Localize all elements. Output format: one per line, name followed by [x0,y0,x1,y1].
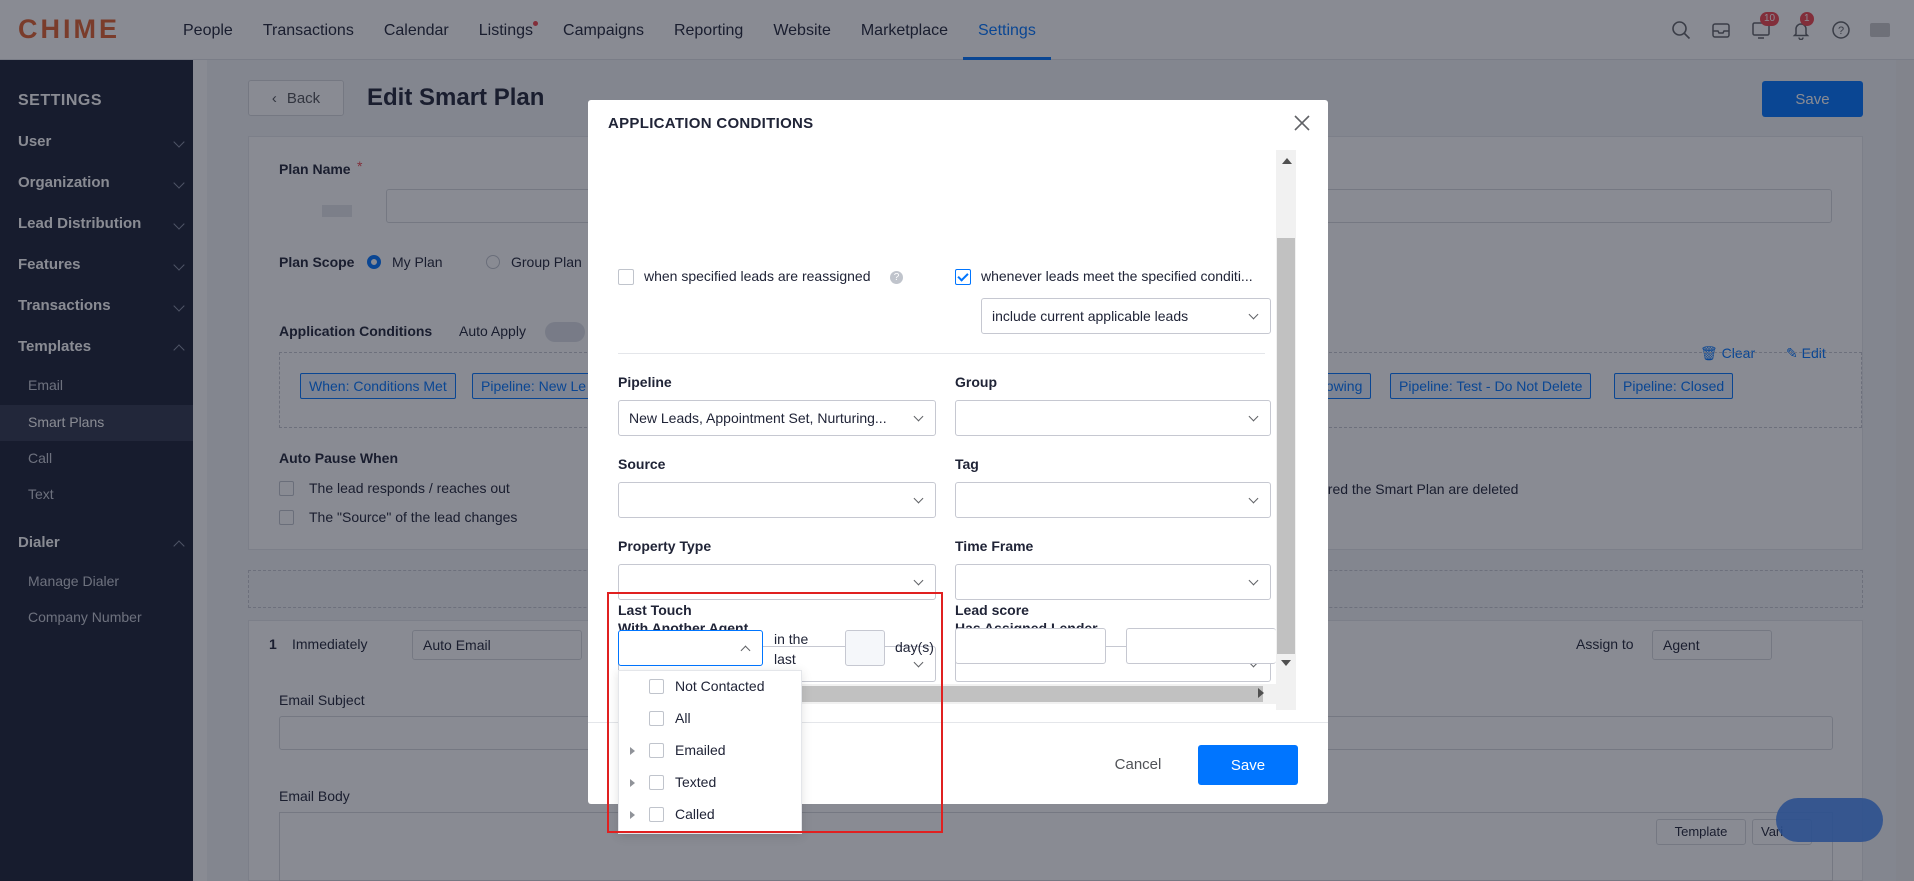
group-select[interactable] [955,400,1271,436]
group-label: Group [955,374,997,390]
reassigned-label: when specified leads are reassigned [644,268,871,284]
close-icon[interactable] [1291,112,1313,134]
lead-score-min-input[interactable] [955,628,1106,664]
source-select[interactable] [618,482,936,518]
tag-label: Tag [955,456,979,472]
modal-scroll-thumb[interactable] [1277,238,1295,658]
modal-divider [618,353,1265,354]
pipeline-select[interactable]: New Leads, Appointment Set, Nurturing... [618,400,936,436]
help-icon[interactable]: ? [890,271,903,284]
tag-select[interactable] [955,482,1271,518]
include-leads-select[interactable]: include current applicable leads [981,298,1271,334]
conditions-met-label: whenever leads meet the specified condit… [981,268,1253,284]
lead-score-label: Lead score [955,602,1029,618]
source-label: Source [618,456,666,472]
lead-score-max-input[interactable] [1126,628,1276,664]
property-type-label: Property Type [618,538,712,554]
pipeline-label: Pipeline [618,374,672,390]
conditions-met-checkbox[interactable] [955,269,971,285]
modal-title: APPLICATION CONDITIONS [608,115,814,132]
save-conditions-button[interactable]: Save [1198,745,1298,785]
time-frame-select[interactable] [955,564,1271,600]
scroll-right-icon[interactable] [1258,688,1264,698]
cancel-button[interactable]: Cancel [1098,745,1178,783]
reassigned-checkbox[interactable] [618,269,634,285]
modal-scrollbar-bottom[interactable] [1276,654,1296,674]
annotation-highlight-box [607,592,943,833]
scroll-down-icon[interactable] [1281,660,1291,666]
time-frame-label: Time Frame [955,538,1034,554]
modal-vertical-scrollbar[interactable] [1276,150,1296,710]
scroll-up-icon[interactable] [1282,158,1292,164]
